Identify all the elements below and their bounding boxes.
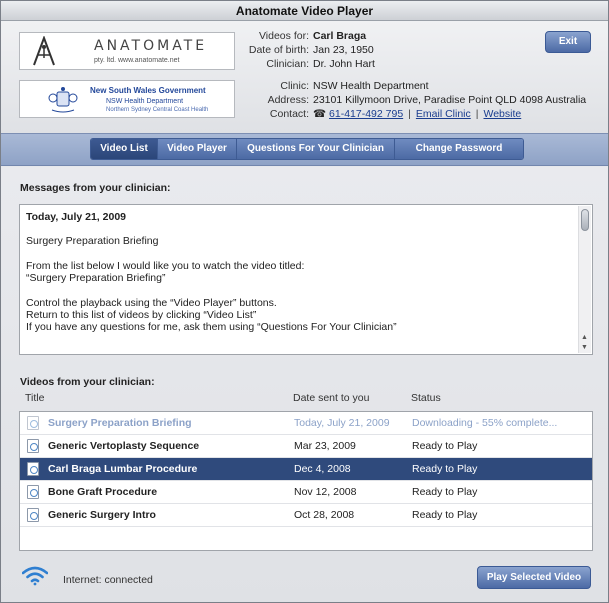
video-date: Today, July 21, 2009 bbox=[294, 417, 390, 429]
main-content: Messages from your clinician: Today, Jul… bbox=[1, 167, 608, 602]
video-title: Bone Graft Procedure bbox=[48, 486, 158, 498]
video-title: Surgery Preparation Briefing bbox=[48, 417, 192, 429]
internet-status: Internet: connected bbox=[63, 574, 153, 586]
video-date: Dec 4, 2008 bbox=[294, 463, 351, 475]
video-title: Generic Surgery Intro bbox=[48, 509, 156, 521]
messages-heading: Messages from your clinician: bbox=[20, 182, 171, 194]
clinician-value: Dr. John Hart bbox=[313, 58, 375, 70]
app-window: Anatomate Video Player ANATOMATE pty. lt… bbox=[0, 0, 609, 603]
message-scrollbar[interactable]: ▲ ▼ bbox=[578, 206, 591, 353]
tab-questions[interactable]: Questions For Your Clinician bbox=[237, 139, 395, 159]
email-clinic-link[interactable]: Email Clinic bbox=[416, 108, 471, 120]
address-label: Address: bbox=[267, 94, 309, 106]
videos-heading: Videos from your clinician: bbox=[20, 376, 155, 388]
scroll-down-icon[interactable]: ▼ bbox=[581, 344, 588, 351]
message-box[interactable]: Today, July 21, 2009 Surgery Preparation… bbox=[19, 204, 593, 355]
clinician-label: Clinician: bbox=[266, 58, 309, 70]
header: ANATOMATE pty. ltd. www.anatomate.net Ne… bbox=[1, 21, 608, 133]
clinic-value: NSW Health Department bbox=[313, 80, 429, 92]
column-date[interactable]: Date sent to you bbox=[293, 392, 369, 404]
message-line: From the list below I would like you to … bbox=[26, 259, 305, 272]
phone-link[interactable]: 61-417-492 795 bbox=[329, 108, 403, 120]
nsw-line3: Northern Sydney Central Coast Health bbox=[106, 107, 209, 113]
video-status: Ready to Play bbox=[412, 463, 478, 475]
video-title: Generic Vertoplasty Sequence bbox=[48, 440, 200, 452]
video-status: Downloading - 55% complete... bbox=[412, 417, 558, 429]
video-row[interactable]: Surgery Preparation Briefing Today, July… bbox=[20, 412, 592, 435]
tab-bar: Video List Video Player Questions For Yo… bbox=[90, 138, 524, 160]
window-title: Anatomate Video Player bbox=[1, 1, 608, 21]
anatomate-a-mark-icon bbox=[33, 36, 55, 66]
message-line: Surgery Preparation Briefing bbox=[26, 235, 159, 248]
message-line: If you have any questions for me, ask th… bbox=[26, 321, 397, 334]
video-status: Ready to Play bbox=[412, 486, 478, 498]
dob-value: Jan 23, 1950 bbox=[313, 44, 374, 56]
scroll-up-icon[interactable]: ▲ bbox=[581, 334, 588, 341]
dob-label: Date of birth: bbox=[248, 44, 309, 56]
message-line: Control the playback using the “Video Pl… bbox=[26, 296, 277, 309]
video-row[interactable]: Bone Graft Procedure Nov 12, 2008 Ready … bbox=[20, 481, 592, 504]
video-status: Ready to Play bbox=[412, 509, 478, 521]
patient-name: Carl Braga bbox=[313, 30, 367, 42]
video-row-selected[interactable]: Carl Braga Lumbar Procedure Dec 4, 2008 … bbox=[20, 458, 592, 481]
nsw-crest-icon bbox=[48, 87, 78, 113]
column-title[interactable]: Title bbox=[25, 392, 44, 404]
anatomate-logo: ANATOMATE pty. ltd. www.anatomate.net bbox=[19, 32, 235, 70]
nsw-line2: NSW Health Department bbox=[106, 98, 184, 105]
tab-video-list[interactable]: Video List bbox=[91, 139, 158, 159]
phone-icon: ☎ bbox=[313, 108, 327, 120]
video-date: Oct 28, 2008 bbox=[294, 509, 355, 521]
message-line: Return to this list of videos by clickin… bbox=[26, 309, 257, 322]
video-row[interactable]: Generic Surgery Intro Oct 28, 2008 Ready… bbox=[20, 504, 592, 527]
message-line: “Surgery Preparation Briefing” bbox=[26, 272, 166, 285]
navbar: Video List Video Player Questions For Yo… bbox=[1, 133, 608, 166]
nsw-line1: New South Wales Government bbox=[90, 86, 206, 95]
video-file-icon bbox=[27, 508, 39, 522]
video-title: Carl Braga Lumbar Procedure bbox=[48, 463, 198, 475]
contact-separator: | bbox=[408, 108, 411, 120]
video-file-icon bbox=[27, 485, 39, 499]
clinic-label: Clinic: bbox=[280, 80, 309, 92]
video-date: Mar 23, 2009 bbox=[294, 440, 356, 452]
tab-change-password[interactable]: Change Password bbox=[395, 139, 523, 159]
tab-video-player[interactable]: Video Player bbox=[158, 139, 237, 159]
contact-label: Contact: bbox=[269, 108, 309, 120]
website-link[interactable]: Website bbox=[483, 108, 521, 120]
wifi-icon bbox=[22, 566, 48, 586]
contact-value: ☎ 61-417-492 795 | Email Clinic | Website bbox=[313, 108, 521, 120]
videos-for-label: Videos for: bbox=[258, 30, 309, 42]
anatomate-name: ANATOMATE bbox=[94, 38, 208, 54]
video-file-icon bbox=[27, 462, 39, 476]
address-value: 23101 Killymoon Drive, Paradise Point QL… bbox=[313, 94, 587, 106]
anatomate-tagline: pty. ltd. www.anatomate.net bbox=[94, 57, 180, 64]
video-date: Nov 12, 2008 bbox=[294, 486, 357, 498]
contact-separator: | bbox=[475, 108, 479, 120]
message-text: Today, July 21, 2009 Surgery Preparation… bbox=[26, 211, 572, 334]
video-status: Ready to Play bbox=[412, 440, 478, 452]
scrollbar-thumb[interactable] bbox=[581, 209, 589, 231]
nsw-logo: New South Wales Government NSW Health De… bbox=[19, 80, 235, 118]
message-date: Today, July 21, 2009 bbox=[26, 211, 126, 223]
video-row[interactable]: Generic Vertoplasty Sequence Mar 23, 200… bbox=[20, 435, 592, 458]
video-file-icon bbox=[27, 416, 39, 430]
exit-button[interactable]: Exit bbox=[545, 31, 591, 53]
play-selected-video-button[interactable]: Play Selected Video bbox=[477, 566, 591, 589]
video-file-icon bbox=[27, 439, 39, 453]
column-status[interactable]: Status bbox=[411, 392, 441, 404]
video-list: Surgery Preparation Briefing Today, July… bbox=[19, 411, 593, 551]
